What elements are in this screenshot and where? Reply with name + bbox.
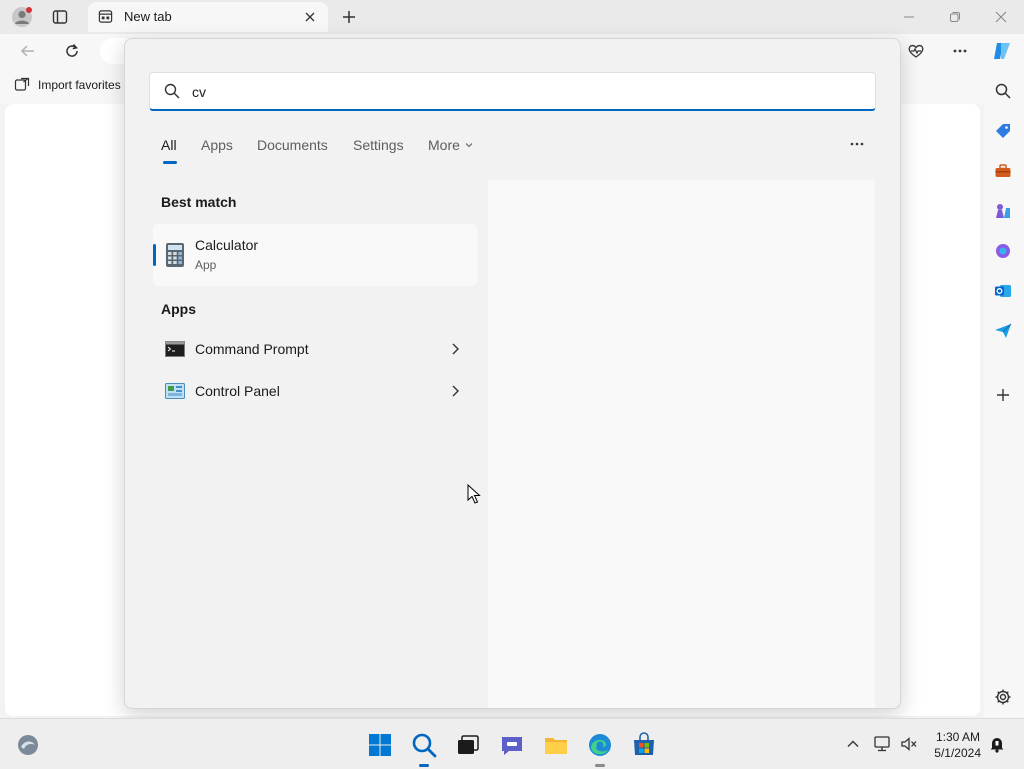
edge-browser-icon[interactable] [587, 732, 613, 758]
best-match-selection-indicator [153, 244, 156, 266]
close-window-button[interactable] [985, 2, 1017, 32]
restore-icon [950, 12, 960, 22]
minimize-button[interactable] [893, 2, 925, 32]
sidebar-games-button[interactable] [992, 200, 1014, 222]
search-options-button[interactable] [849, 137, 865, 155]
result-preview-pane [488, 180, 875, 708]
copilot-icon [994, 43, 1010, 59]
plus-icon [997, 389, 1009, 401]
browser-title-bar: New tab [0, 0, 1024, 34]
sidebar-settings-button[interactable] [992, 686, 1014, 708]
app-result-control-panel[interactable]: Control Panel [153, 371, 477, 411]
chess-pieces-icon [996, 204, 1010, 218]
more-dots-icon [850, 142, 864, 146]
sidebar-microsoft365-button[interactable] [992, 240, 1014, 262]
sidebar-tools-button[interactable] [992, 160, 1014, 182]
import-favorites-link[interactable]: Import favorites [14, 77, 121, 93]
filter-apps[interactable]: Apps [201, 137, 233, 153]
clock-date[interactable]: 5/1/2024 [934, 746, 981, 760]
refresh-button[interactable] [56, 36, 88, 66]
search-active-indicator [419, 764, 429, 767]
sidebar-drop-button[interactable] [992, 320, 1014, 342]
command-prompt-icon [165, 341, 185, 357]
task-view-icon[interactable] [455, 732, 481, 758]
best-match-result[interactable]: Calculator App [153, 224, 477, 286]
filter-more[interactable]: More [428, 137, 474, 153]
search-icon[interactable] [411, 732, 437, 758]
filter-more-label: More [428, 137, 460, 153]
back-arrow-icon [20, 45, 34, 57]
chevron-right-icon[interactable] [447, 383, 463, 399]
paper-plane-icon [995, 323, 1012, 338]
restore-button[interactable] [939, 2, 971, 32]
app-result-label: Control Panel [195, 383, 280, 399]
browser-essentials-button[interactable] [900, 36, 932, 66]
chevron-up-icon[interactable] [846, 737, 860, 751]
back-button[interactable] [12, 36, 44, 66]
profile-icon [12, 7, 32, 27]
settings-and-more-button[interactable] [944, 36, 976, 66]
copilot-button[interactable] [986, 36, 1018, 66]
widgets-icon[interactable] [15, 732, 41, 758]
outlook-icon [995, 285, 1011, 297]
search-input[interactable] [190, 73, 864, 111]
filter-settings[interactable]: Settings [353, 137, 404, 153]
plus-icon [343, 11, 355, 23]
notification-bell-icon[interactable] [988, 735, 1006, 753]
new-tab-button[interactable] [333, 2, 365, 32]
control-panel-icon [165, 383, 185, 399]
mouse-cursor-icon [467, 484, 481, 504]
tab-actions-button[interactable] [44, 2, 76, 32]
app-result-command-prompt[interactable]: Command Prompt [153, 329, 477, 369]
new-tab-page-icon [98, 10, 113, 23]
gear-icon [995, 689, 1011, 705]
microsoft-store-icon[interactable] [631, 732, 657, 758]
search-icon [164, 83, 180, 99]
profile-avatar[interactable] [6, 2, 38, 32]
filter-documents[interactable]: Documents [257, 137, 328, 153]
best-match-heading: Best match [161, 194, 237, 210]
apps-heading: Apps [161, 301, 196, 317]
toolbox-icon [995, 164, 1011, 177]
heart-pulse-icon [908, 44, 924, 58]
search-box[interactable] [149, 72, 876, 111]
chevron-down-icon [465, 143, 473, 148]
windows-start-icon[interactable] [367, 732, 393, 758]
import-favorites-label: Import favorites [38, 78, 121, 92]
import-favorites-icon [14, 77, 30, 91]
sidebar-add-button[interactable] [992, 384, 1014, 406]
start-search-panel: All Apps Documents Settings More Best ma… [124, 38, 901, 709]
shopping-tag-icon [996, 124, 1010, 138]
sidebar-shopping-button[interactable] [992, 120, 1014, 142]
taskbar: 1:30 AM 5/1/2024 [0, 718, 1024, 769]
clock-time[interactable]: 1:30 AM [936, 730, 980, 744]
edge-open-indicator [595, 764, 605, 767]
app-result-label: Command Prompt [195, 341, 309, 357]
teams-chat-icon[interactable] [499, 732, 525, 758]
calculator-icon [166, 243, 184, 267]
sidebar-outlook-button[interactable] [992, 280, 1014, 302]
network-icon[interactable] [873, 735, 891, 753]
volume-muted-icon[interactable] [900, 735, 918, 753]
best-match-subtitle: App [195, 258, 217, 272]
tab-actions-icon [52, 10, 68, 24]
minimize-icon [904, 16, 914, 18]
chevron-right-icon[interactable] [447, 341, 463, 357]
close-icon [995, 11, 1007, 23]
more-dots-icon [953, 49, 967, 53]
refresh-icon [66, 43, 78, 57]
microsoft365-icon [996, 244, 1010, 258]
tab-title: New tab [124, 9, 172, 24]
sidebar-search-button[interactable] [992, 80, 1014, 102]
active-filter-indicator [163, 161, 177, 164]
edge-sidebar [984, 68, 1024, 718]
search-icon [995, 83, 1011, 99]
close-tab-icon[interactable] [304, 11, 316, 23]
filter-all[interactable]: All [161, 137, 177, 153]
file-explorer-icon[interactable] [543, 732, 569, 758]
best-match-title: Calculator [195, 237, 259, 253]
